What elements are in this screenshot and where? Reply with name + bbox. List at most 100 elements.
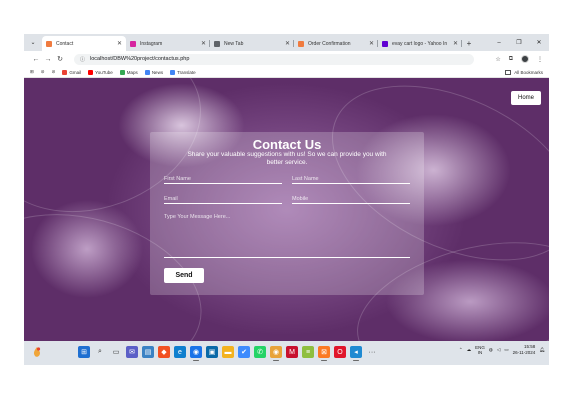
bookmark-translate[interactable]: Translate — [170, 69, 196, 75]
address-bar[interactable]: ⓘ localhost/DBW%20project/contactus.php — [74, 53, 474, 65]
language-indicator[interactable]: ENG IN — [475, 345, 485, 355]
new-tab-button[interactable]: + — [462, 36, 476, 51]
email-field[interactable] — [164, 194, 282, 204]
reload-icon[interactable]: ↻ — [54, 55, 66, 63]
site-info-icon[interactable]: ⓘ — [80, 56, 85, 63]
extensions-icon[interactable]: ⧉ — [509, 56, 513, 63]
whatsapp-icon[interactable]: ✆ — [254, 346, 266, 358]
more-apps-icon[interactable]: ··· — [366, 346, 378, 358]
bookmark-star-icon[interactable]: ☆ — [495, 56, 500, 63]
tab-close-icon[interactable]: ✕ — [453, 40, 458, 47]
wifi-icon[interactable]: ◍ — [489, 347, 493, 353]
browser-tab[interactable]: evay cart logo - Yahoo In ✕ — [378, 36, 462, 51]
browser-tab[interactable]: Instagram ✕ — [126, 36, 210, 51]
start-icon[interactable]: ⊞ — [78, 346, 90, 358]
tab-title: evay cart logo - Yahoo In — [392, 40, 448, 47]
bookmark-youtube[interactable]: YouTube — [88, 69, 113, 75]
address-text: localhost/DBW%20project/contactus.php — [90, 56, 190, 62]
news-icon — [144, 69, 150, 75]
window-controls: – ❐ ✕ — [489, 34, 549, 51]
xampp-icon[interactable]: ⊠ — [318, 346, 330, 361]
clock-date: 26-11-2024 — [512, 350, 536, 355]
bookmark-label: Gmail — [69, 69, 82, 75]
close-window-icon[interactable]: ✕ — [529, 34, 549, 51]
weather-widget-icon[interactable] — [32, 346, 42, 358]
tab-close-icon[interactable]: ✕ — [117, 40, 122, 47]
system-tray: ⌃ ☁ ENG IN ◍ ◁ ▭ 15:58 26-11-2024 🔔︎ — [459, 344, 545, 356]
tab-close-icon[interactable]: ✕ — [201, 40, 206, 47]
minimize-icon[interactable]: – — [489, 34, 509, 51]
bookmark-news[interactable]: News — [144, 69, 164, 75]
language-bottom: IN — [477, 350, 483, 355]
search-icon[interactable]: ⌕ — [94, 346, 106, 358]
volume-icon[interactable]: ◁ — [497, 347, 500, 353]
tab-title: Order Confirmation — [308, 40, 351, 47]
chrome-dev-icon[interactable]: ◉ — [270, 346, 282, 361]
tab-close-icon[interactable]: ✕ — [285, 40, 290, 47]
chat-icon[interactable]: ✉ — [126, 346, 138, 358]
todo-icon[interactable]: ✔ — [238, 346, 250, 358]
terminal-icon[interactable]: ▣ — [206, 346, 218, 358]
tab-favicon-icon — [46, 40, 52, 47]
browser-toolbar: ← → ↻ ⓘ localhost/DBW%20project/contactu… — [24, 51, 549, 67]
profile-avatar[interactable] — [521, 55, 529, 63]
bookmark-label: Maps — [126, 69, 138, 75]
screen: ⌄ Contact ✕ Instagram ✕ New Tab ✕ Order Confir… — [0, 0, 567, 412]
message-field[interactable] — [164, 214, 410, 258]
edge-icon[interactable]: e — [174, 346, 186, 358]
bookmark-label: YouTube — [95, 69, 113, 75]
restore-icon[interactable]: ❐ — [509, 34, 529, 51]
tab-search-icon[interactable]: ⌄ — [24, 34, 42, 51]
send-button[interactable]: Send — [164, 268, 204, 283]
tab-title: Contact — [56, 40, 74, 47]
tab-favicon-icon — [298, 40, 304, 47]
maps-icon — [119, 69, 125, 75]
battery-icon[interactable]: ▭ — [504, 347, 508, 353]
browser-tab[interactable]: Order Confirmation ✕ — [294, 36, 378, 51]
first-name-field[interactable] — [164, 174, 282, 184]
notepad-icon[interactable]: ≡ — [302, 346, 314, 358]
tab-close-icon[interactable]: ✕ — [369, 40, 374, 47]
folder-icon — [505, 69, 512, 75]
tab-title: Instagram — [140, 40, 163, 47]
bookmark-gmail[interactable]: Gmail — [62, 69, 82, 75]
tab-title: New Tab — [224, 40, 244, 47]
file-explorer-icon[interactable]: ▬ — [222, 346, 234, 358]
task-view-icon[interactable]: ▭ — [110, 346, 122, 358]
gmail-icon — [62, 69, 68, 75]
all-bookmarks-label: All Bookmarks — [514, 69, 543, 75]
tab-favicon-icon — [214, 40, 220, 47]
clock-time: 15:58 — [524, 344, 536, 349]
bookmark-icon-2[interactable]: ⊘ — [52, 69, 56, 75]
translate-icon — [170, 69, 176, 75]
apps-grid-icon[interactable]: ⊞ — [30, 69, 34, 75]
forward-icon[interactable]: → — [42, 56, 54, 63]
contact-form-card: Contact Us Share your valuable suggestio… — [150, 132, 424, 295]
opera-icon[interactable]: O — [334, 346, 346, 358]
store-icon[interactable]: ◆ — [158, 346, 170, 358]
bookmark-maps[interactable]: Maps — [119, 69, 138, 75]
widgets-icon[interactable]: ▤ — [142, 346, 154, 358]
bookmark-label: News — [151, 69, 164, 75]
tray-chevron-icon[interactable]: ⌃ — [459, 347, 463, 353]
onedrive-icon[interactable]: ☁ — [467, 347, 472, 353]
mcafee-icon[interactable]: M — [286, 346, 298, 358]
mobile-field[interactable] — [292, 194, 410, 204]
browser-menu-icon[interactable]: ⋮ — [537, 56, 543, 63]
clock[interactable]: 15:58 26-11-2024 — [513, 344, 536, 356]
bookmark-icon-1[interactable]: ⊘ — [41, 69, 45, 75]
home-button[interactable]: Home — [511, 91, 541, 105]
notification-bell-icon[interactable]: 🔔︎ — [539, 347, 545, 353]
contact-page: Home Contact Us Share your valuable sugg… — [24, 78, 549, 341]
youtube-icon — [88, 69, 94, 75]
chrome-icon[interactable]: ◉ — [190, 346, 202, 361]
browser-tab[interactable]: Contact ✕ — [42, 36, 126, 51]
vscode-icon[interactable]: ◂ — [350, 346, 362, 361]
all-bookmarks-button[interactable]: All Bookmarks — [505, 69, 543, 75]
back-icon[interactable]: ← — [30, 56, 42, 63]
taskbar: ⊞ ⌕ ▭ ✉ ▤ ◆ e ◉ ▣ ▬ ✔ ✆ ◉ M ≡ ⊠ O ◂ ··· ⌃ ☁ ENG IN ◍ ◁ ▭ 1… — [24, 341, 549, 365]
browser-window: ⌄ Contact ✕ Instagram ✕ New Tab ✕ Order Confir… — [24, 34, 549, 341]
page-title: Contact Us — [252, 137, 322, 152]
last-name-field[interactable] — [292, 174, 410, 184]
browser-tab[interactable]: New Tab ✕ — [210, 36, 294, 51]
